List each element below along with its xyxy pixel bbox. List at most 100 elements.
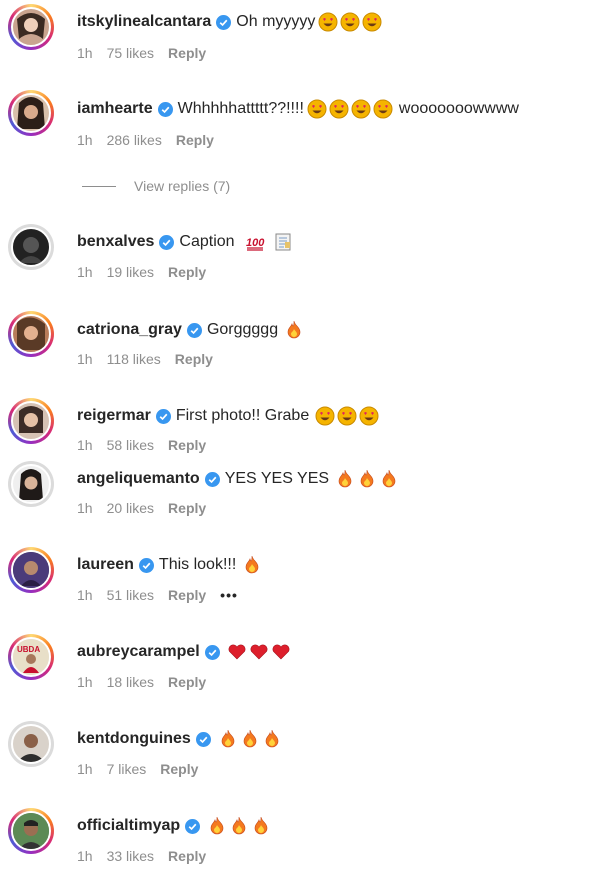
comment-time: 1h [77, 500, 93, 516]
username[interactable]: kentdonguines [77, 730, 191, 748]
comment-text: First photo!! Grabe [175, 407, 310, 424]
like-count[interactable]: 75 likes [107, 45, 154, 61]
like-count[interactable]: 19 likes [107, 264, 154, 280]
heart-eyes-emoji-icon [362, 12, 382, 32]
comment-time: 1h [77, 437, 93, 453]
emoji-group [335, 469, 401, 489]
heart-eyes-emoji-icon [318, 12, 338, 32]
fire-emoji-icon [265, 729, 279, 748]
reply-button[interactable]: Reply [168, 45, 206, 61]
reply-button[interactable]: Reply [176, 132, 214, 148]
comment-time: 1h [77, 45, 93, 61]
hundred-emoji-icon: 100 [246, 237, 265, 251]
username[interactable]: aubreycarampel [77, 643, 200, 661]
reply-button[interactable]: Reply [168, 500, 206, 516]
heart-eyes-emoji-icon [359, 406, 379, 426]
avatar[interactable] [8, 90, 54, 136]
username[interactable]: laureen [77, 556, 134, 574]
username[interactable]: angeliquemanto [77, 470, 200, 488]
heart-eyes-emoji-icon [351, 99, 371, 119]
avatar[interactable] [8, 398, 54, 444]
view-replies-button[interactable]: View replies (7) [82, 178, 230, 194]
verified-icon [204, 644, 220, 660]
fire-emoji-icon [245, 555, 259, 574]
fire-emoji-icon [243, 729, 257, 748]
emoji-group [318, 12, 384, 32]
like-count[interactable]: 7 likes [107, 761, 147, 777]
verified-icon [186, 322, 202, 338]
verified-icon [155, 408, 171, 424]
heart-eyes-emoji-icon [373, 99, 393, 119]
like-count[interactable]: 286 likes [107, 132, 162, 148]
svg-text:100: 100 [246, 237, 265, 249]
like-count[interactable]: 51 likes [107, 587, 154, 603]
red-heart-emoji-icon [250, 644, 268, 660]
avatar[interactable] [8, 461, 54, 507]
emoji-group [207, 816, 273, 836]
avatar[interactable] [8, 311, 54, 357]
reply-button[interactable]: Reply [168, 264, 206, 280]
username[interactable]: officialtimyap [77, 817, 180, 835]
red-heart-emoji-icon [272, 644, 290, 660]
emoji-group [218, 729, 284, 749]
comment-text-continued: wooooooowwww [398, 100, 519, 117]
heart-eyes-emoji-icon [307, 99, 327, 119]
comment-text: YES YES YES [224, 470, 330, 487]
like-count[interactable]: 58 likes [107, 437, 154, 453]
like-count[interactable]: 18 likes [107, 674, 154, 690]
username[interactable]: benxalves [77, 233, 154, 251]
more-options-icon[interactable]: ••• [220, 587, 238, 603]
fire-emoji-icon [254, 816, 268, 835]
verified-icon [204, 471, 220, 487]
emoji-group [227, 642, 293, 662]
heart-eyes-emoji-icon [315, 406, 335, 426]
fire-emoji-icon [338, 469, 352, 488]
comment-text: Caption [179, 233, 235, 250]
like-count[interactable]: 33 likes [107, 848, 154, 864]
reply-button[interactable]: Reply [168, 674, 206, 690]
avatar[interactable] [8, 4, 54, 50]
username[interactable]: iamhearte [77, 100, 153, 118]
heart-eyes-emoji-icon [340, 12, 360, 32]
comment-text: Gorggggg [206, 321, 279, 338]
avatar[interactable] [8, 547, 54, 593]
view-replies-label: View replies (7) [134, 178, 231, 194]
heart-eyes-emoji-icon [329, 99, 349, 119]
fire-emoji-icon [232, 816, 246, 835]
like-count[interactable]: 20 likes [107, 500, 154, 516]
emoji-group [242, 555, 264, 575]
emoji-group [315, 406, 381, 426]
comment-time: 1h [77, 351, 93, 367]
red-heart-emoji-icon [228, 644, 246, 660]
fire-emoji-icon [287, 320, 301, 339]
comment-time: 1h [77, 848, 93, 864]
fire-emoji-icon [210, 816, 224, 835]
avatar[interactable] [8, 721, 54, 767]
avatar[interactable] [8, 224, 54, 270]
emoji-group [284, 320, 306, 340]
avatar[interactable] [8, 808, 54, 854]
verified-icon [159, 234, 175, 250]
username[interactable]: itskylinealcantara [77, 13, 211, 31]
verified-icon [195, 731, 211, 747]
comment-time: 1h [77, 674, 93, 690]
username[interactable]: reigermar [77, 407, 151, 425]
emoji-group: 100 [245, 232, 295, 252]
heart-eyes-emoji-icon [337, 406, 357, 426]
verified-icon [185, 818, 201, 834]
reply-button[interactable]: Reply [168, 587, 206, 603]
username[interactable]: catriona_gray [77, 321, 182, 339]
memo-emoji-icon [275, 233, 291, 251]
reply-button[interactable]: Reply [160, 761, 198, 777]
fire-emoji-icon [221, 729, 235, 748]
view-replies-divider [82, 185, 116, 187]
reply-button[interactable]: Reply [168, 437, 206, 453]
reply-button[interactable]: Reply [168, 848, 206, 864]
fire-emoji-icon [360, 469, 374, 488]
verified-icon [216, 14, 232, 30]
reply-button[interactable]: Reply [175, 351, 213, 367]
avatar[interactable]: UBDA [8, 634, 54, 680]
like-count[interactable]: 118 likes [107, 351, 161, 367]
comment-text: This look!!! [158, 556, 237, 573]
comment-time: 1h [77, 132, 93, 148]
